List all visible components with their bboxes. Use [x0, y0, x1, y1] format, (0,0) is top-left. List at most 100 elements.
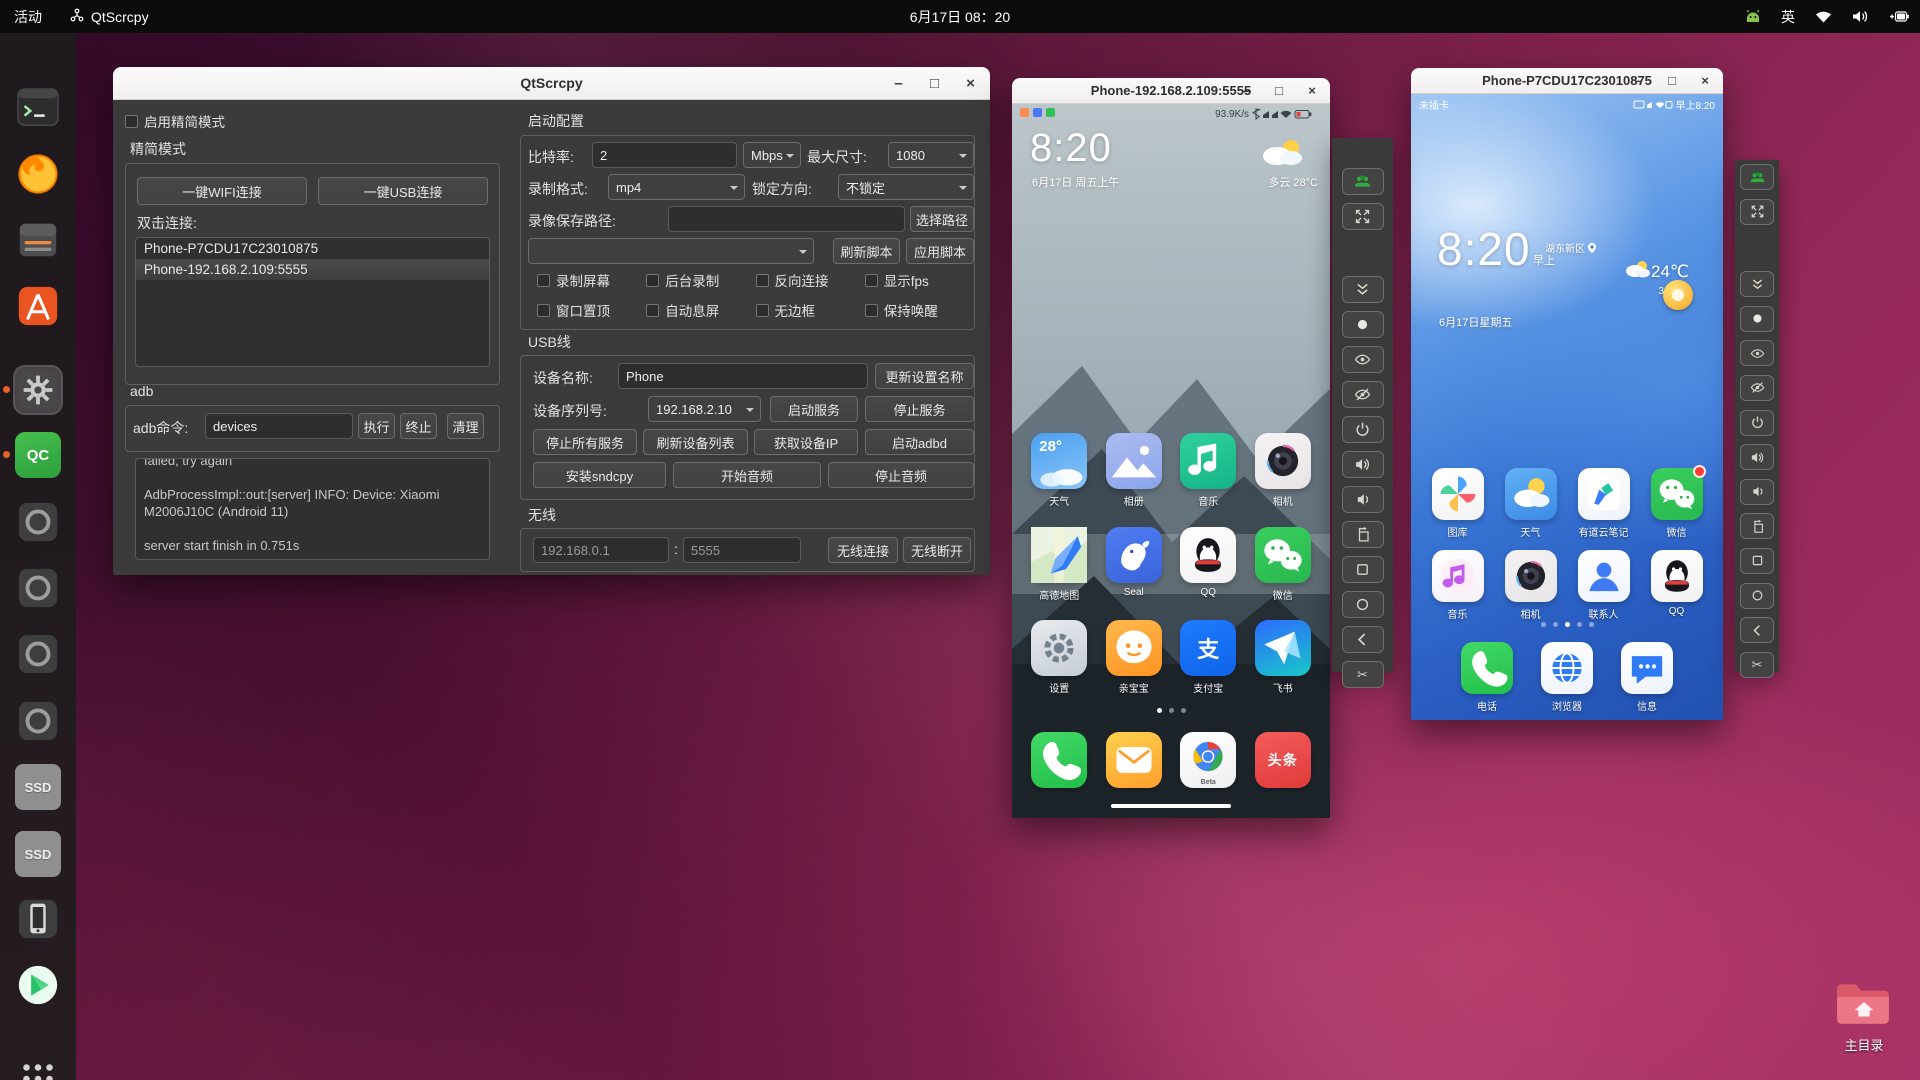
dock-item-phone-window-1[interactable]: [15, 499, 61, 545]
screenshot-button[interactable]: [1342, 311, 1384, 338]
minimize-button[interactable]: –: [1238, 83, 1254, 99]
app-高德地图[interactable]: 高德地图: [1027, 527, 1091, 602]
screen-off-button[interactable]: [1342, 381, 1384, 408]
checkbox-自动息屏[interactable]: 自动息屏: [646, 300, 755, 320]
adb-exec-button[interactable]: 执行: [358, 413, 395, 439]
close-button[interactable]: ×: [961, 74, 980, 93]
phone1-titlebar[interactable]: Phone-192.168.2.109:5555 – □ ×: [1012, 78, 1330, 104]
dock-item-terminal[interactable]: [15, 84, 61, 130]
volume-down-button[interactable]: [1342, 486, 1384, 513]
screenshot-crop-button[interactable]: ✂: [1342, 661, 1384, 688]
focused-app-menu[interactable]: QtScrcpy: [56, 0, 163, 33]
install-sndcpy-button[interactable]: 安装sndcpy: [533, 462, 666, 488]
app-Seal[interactable]: Seal: [1102, 527, 1166, 602]
maximize-button[interactable]: □: [1271, 83, 1287, 99]
app-有道云笔记[interactable]: 有道云笔记: [1572, 468, 1636, 539]
select-path-button[interactable]: 选择路径: [910, 206, 974, 232]
adb-log-output[interactable]: failed, try againAdbProcessImpl::out:[se…: [135, 458, 490, 560]
home-indicator[interactable]: [1111, 804, 1231, 808]
app-browser-beta[interactable]: Beta: [1176, 732, 1240, 788]
assistant-ball[interactable]: [1663, 280, 1693, 310]
one-key-wifi-button[interactable]: 一键WIFI连接: [137, 177, 307, 205]
dock-item-ubuntu-software[interactable]: [15, 283, 61, 329]
screen-off-button[interactable]: [1740, 375, 1774, 401]
device-list-item[interactable]: Phone-P7CDU17C23010875: [136, 238, 489, 259]
app-飞书[interactable]: 飞书: [1251, 620, 1315, 695]
dock-item-firefox[interactable]: [15, 151, 61, 197]
home-folder-shortcut[interactable]: 主目录: [1833, 980, 1895, 1054]
notification-pull-button[interactable]: [1342, 276, 1384, 303]
dock-item-files[interactable]: [15, 217, 61, 263]
apply-script-button[interactable]: 应用脚本: [906, 238, 974, 264]
battery-icon[interactable]: [1886, 0, 1912, 33]
phone1-screen[interactable]: 93.9K/s 8:20 6月17日 周五上午 多云 28°C 28°天气相册音…: [1012, 104, 1330, 818]
checkbox-保持唤醒[interactable]: 保持唤醒: [865, 300, 974, 320]
refresh-script-button[interactable]: 刷新脚本: [833, 238, 900, 264]
app-浏览器[interactable]: 浏览器: [1535, 642, 1599, 713]
app-亲宝宝[interactable]: 亲宝宝: [1102, 620, 1166, 695]
dock-item-ssd-volume-2[interactable]: SSD: [15, 831, 61, 877]
app-QQ[interactable]: QQ: [1176, 527, 1240, 602]
update-name-button[interactable]: 更新设置名称: [875, 363, 974, 389]
minimize-button[interactable]: –: [1631, 73, 1647, 89]
start-service-button[interactable]: 启动服务: [770, 396, 858, 422]
app-天气[interactable]: 28°天气: [1027, 433, 1091, 508]
script-combo[interactable]: [528, 238, 814, 264]
rotate-screen-button[interactable]: [1342, 521, 1384, 548]
home-button[interactable]: [1740, 583, 1774, 609]
volume-up-button[interactable]: [1342, 451, 1384, 478]
scrcpy-group-button[interactable]: [1740, 164, 1774, 190]
power-button[interactable]: [1740, 410, 1774, 436]
notification-pull-button[interactable]: [1740, 271, 1774, 297]
screenshot-crop-button[interactable]: ✂: [1740, 652, 1774, 678]
checkbox-录制屏幕[interactable]: 录制屏幕: [537, 270, 646, 290]
back-button[interactable]: [1342, 626, 1384, 653]
app-相册[interactable]: 相册: [1102, 433, 1166, 508]
maximize-button[interactable]: □: [1664, 73, 1680, 89]
app-支付宝[interactable]: 支支付宝: [1176, 620, 1240, 695]
device-list-item[interactable]: Phone-192.168.2.109:5555: [136, 259, 489, 280]
close-button[interactable]: ×: [1304, 83, 1320, 99]
simple-mode-checkbox[interactable]: 启用精简模式: [125, 111, 225, 131]
clock[interactable]: 6月17日 08：20: [896, 0, 1024, 33]
wireless-connect-button[interactable]: 无线连接: [828, 537, 898, 563]
dock-item-settings[interactable]: [15, 367, 61, 413]
android-tray-icon[interactable]: [1743, 0, 1763, 33]
checkbox-后台录制[interactable]: 后台录制: [646, 270, 755, 290]
record-format-combo[interactable]: mp4: [608, 174, 745, 200]
power-button[interactable]: [1342, 416, 1384, 443]
app-音乐[interactable]: 音乐: [1176, 433, 1240, 508]
record-path-input[interactable]: [668, 206, 905, 232]
get-device-ip-button[interactable]: 获取设备IP: [754, 429, 858, 455]
dock-item-phone-window-3[interactable]: [15, 631, 61, 677]
back-button[interactable]: [1740, 617, 1774, 643]
screenshot-button[interactable]: [1740, 306, 1774, 332]
stop-all-services-button[interactable]: 停止所有服务: [533, 429, 637, 455]
app-联系人[interactable]: 联系人: [1572, 550, 1636, 621]
close-button[interactable]: ×: [1697, 73, 1713, 89]
wifi-icon[interactable]: [1813, 0, 1834, 33]
scrcpy-group-button[interactable]: [1342, 168, 1384, 195]
app-图库[interactable]: 图库: [1426, 468, 1490, 539]
bitrate-unit-combo[interactable]: Mbps: [743, 142, 801, 168]
qtscrcpy-titlebar[interactable]: QtScrcpy – □ ×: [113, 67, 990, 100]
dock-item-phone-window-2[interactable]: [15, 565, 61, 611]
checkbox-显示fps[interactable]: 显示fps: [865, 270, 974, 290]
checkbox-窗口置顶[interactable]: 窗口置顶: [537, 300, 646, 320]
phone2-screen[interactable]: 未插卡 早上8:20 湖东新区 8:20 早上 24℃ 31 / 2: [1411, 94, 1723, 720]
dock-item-phone-window-4[interactable]: [15, 698, 61, 744]
fullscreen-button[interactable]: [1740, 199, 1774, 225]
wireless-disconnect-button[interactable]: 无线断开: [903, 537, 971, 563]
volume-up-button[interactable]: [1740, 444, 1774, 470]
checkbox-反向连接[interactable]: 反向连接: [756, 270, 865, 290]
dock-item-ssd-volume-1[interactable]: SSD: [15, 764, 61, 810]
input-method-indicator[interactable]: 英: [1779, 0, 1797, 33]
dock-item-mobile-device[interactable]: [15, 896, 61, 942]
max-size-combo[interactable]: 1080: [888, 142, 974, 168]
stop-audio-button[interactable]: 停止音频: [828, 462, 974, 488]
start-audio-button[interactable]: 开始音频: [673, 462, 821, 488]
phone2-titlebar[interactable]: Phone-P7CDU17C23010875 – □ ×: [1411, 68, 1723, 94]
wireless-port-input[interactable]: 5555: [683, 537, 801, 563]
adb-clear-button[interactable]: 清理: [447, 413, 484, 439]
app-微信[interactable]: 微信: [1251, 527, 1315, 602]
